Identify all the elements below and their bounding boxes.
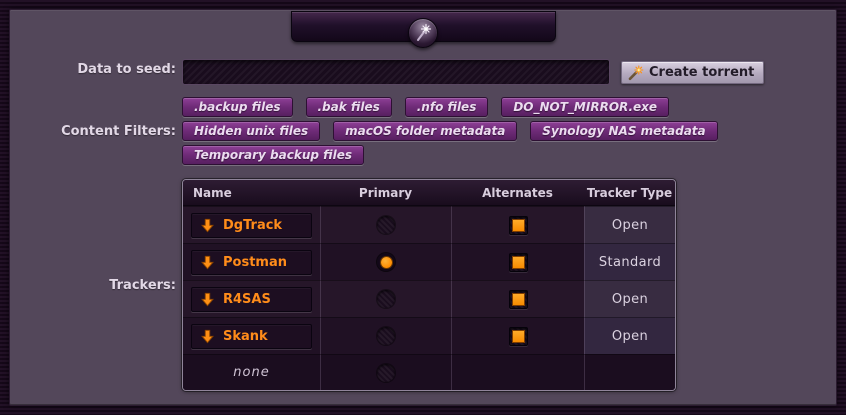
tracker-row-name-cell: R4SAS: [183, 280, 320, 317]
tracker-name-button[interactable]: DgTrack: [191, 213, 312, 238]
content-filter-chips: .backup files .bak files .nfo files DO_NOT_…: [182, 97, 718, 169]
primary-radio[interactable]: [377, 364, 395, 382]
tracker-name-button[interactable]: Skank: [191, 324, 312, 349]
primary-radio[interactable]: [377, 253, 395, 271]
tracker-type-label: Open: [612, 218, 648, 233]
tracker-name-label: R4SAS: [223, 292, 271, 307]
filter-chip[interactable]: DO_NOT_MIRROR.exe: [501, 97, 669, 117]
download-arrow-icon: [200, 218, 215, 233]
create-torrent-label: Create torrent: [649, 65, 754, 80]
tracker-row-name-cell: Postman: [183, 243, 320, 280]
data-to-seed-label: Data to seed:: [10, 62, 176, 77]
tracker-row-type-cell: Open: [584, 206, 675, 243]
tracker-row-primary-cell: [320, 317, 451, 354]
column-header-alternates: Alternates: [451, 180, 584, 206]
download-arrow-icon: [200, 329, 215, 344]
alternates-checkbox-check: [513, 294, 524, 305]
alternates-checkbox[interactable]: [509, 253, 528, 272]
alternates-checkbox-check: [513, 257, 524, 268]
tracker-row-alternates-cell: [451, 243, 584, 280]
magic-wand-orb-button[interactable]: [408, 18, 438, 48]
filter-chip[interactable]: Synology NAS metadata: [530, 121, 717, 141]
primary-radio[interactable]: [377, 327, 395, 345]
magic-wand-sparkle-icon: [410, 20, 436, 46]
tracker-type-label: Standard: [599, 255, 661, 270]
primary-radio-dot: [381, 257, 392, 268]
data-to-seed-input[interactable]: [182, 59, 610, 85]
download-arrow-icon: [200, 292, 215, 307]
tracker-row-name-cell: DgTrack: [183, 206, 320, 243]
tracker-type-label: Open: [612, 292, 648, 307]
main-panel: Data to seed: Create torrent Content Fil…: [9, 9, 837, 406]
content-filters-label: Content Filters:: [10, 124, 176, 139]
tracker-name-label: DgTrack: [223, 218, 282, 233]
trackers-label: Trackers:: [10, 278, 176, 293]
tracker-row-alternates-cell: [451, 354, 584, 390]
filter-chip[interactable]: .nfo files: [405, 97, 489, 117]
tracker-row-primary-cell: [320, 243, 451, 280]
trackers-table: Name Primary Alternates Tracker Type DgT…: [182, 179, 676, 391]
tracker-row-alternates-cell: [451, 317, 584, 354]
alternates-checkbox[interactable]: [509, 290, 528, 309]
magic-wand-icon: [628, 65, 644, 81]
primary-radio[interactable]: [377, 290, 395, 308]
primary-radio[interactable]: [377, 216, 395, 234]
filter-chip[interactable]: Temporary backup files: [182, 145, 364, 165]
filter-chip[interactable]: .backup files: [182, 97, 293, 117]
tracker-row-name-cell: none: [183, 354, 320, 390]
tracker-none-label: none: [183, 365, 320, 380]
filter-chip-row: Hidden unix files macOS folder metadata Sy…: [182, 121, 718, 141]
alternates-checkbox[interactable]: [509, 216, 528, 235]
column-header-tracker-type: Tracker Type: [584, 180, 675, 206]
tracker-name-button[interactable]: Postman: [191, 250, 312, 275]
tracker-row-name-cell: Skank: [183, 317, 320, 354]
alternates-checkbox-check: [513, 220, 524, 231]
tracker-row-primary-cell: [320, 280, 451, 317]
filter-chip-row: Temporary backup files: [182, 145, 718, 165]
filter-chip[interactable]: .bak files: [306, 97, 392, 117]
column-header-primary: Primary: [320, 180, 451, 206]
tracker-row-primary-cell: [320, 206, 451, 243]
tracker-type-label: Open: [612, 329, 648, 344]
filter-chip[interactable]: macOS folder metadata: [333, 121, 517, 141]
alternates-checkbox[interactable]: [509, 327, 528, 346]
tracker-name-label: Skank: [223, 329, 268, 344]
tracker-name-label: Postman: [223, 255, 287, 270]
tracker-row-type-cell: Standard: [584, 243, 675, 280]
tracker-row-type-cell: [584, 354, 675, 390]
filter-chip[interactable]: Hidden unix files: [182, 121, 320, 141]
tracker-row-alternates-cell: [451, 206, 584, 243]
download-arrow-icon: [200, 255, 215, 270]
filter-chip-row: .backup files .bak files .nfo files DO_NOT_…: [182, 97, 718, 117]
create-torrent-button[interactable]: Create torrent: [621, 61, 764, 84]
tracker-row-alternates-cell: [451, 280, 584, 317]
tracker-row-primary-cell: [320, 354, 451, 390]
column-header-name: Name: [183, 180, 320, 206]
alternates-checkbox-check: [513, 331, 524, 342]
tracker-name-button[interactable]: R4SAS: [191, 287, 312, 312]
tracker-row-type-cell: Open: [584, 280, 675, 317]
tracker-row-type-cell: Open: [584, 317, 675, 354]
